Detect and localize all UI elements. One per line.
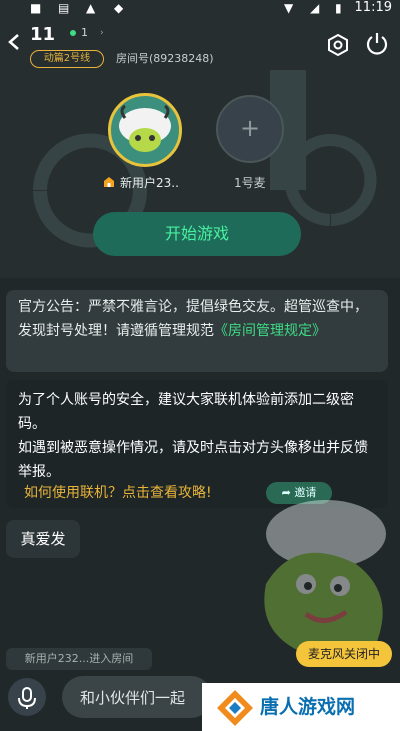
mic-toggle-button[interactable] (8, 678, 46, 716)
notification-icon: ■ (30, 1, 42, 15)
signal-icon: ◢ (310, 1, 320, 15)
host-seat-name: 新用户23.. (120, 176, 179, 190)
host-seat-avatar[interactable] (108, 93, 182, 167)
back-arrow-icon[interactable] (6, 34, 22, 50)
watermark-text: 唐人游戏网 (260, 696, 356, 718)
chevron-right-icon[interactable]: › (100, 28, 104, 38)
mic-status-badge[interactable]: 麦克风关闭中 (296, 641, 392, 667)
wifi-icon: ▼ (284, 1, 294, 15)
sheep-avatar-icon (119, 104, 171, 152)
announcement: 官方公告：严禁不雅言论，提倡绿色交友。超管巡查中，发现封号处理！请遵循管理规范《… (6, 290, 388, 372)
guide-link[interactable]: 如何使用联机？点击查看攻略! (24, 482, 212, 502)
host-home-icon (104, 177, 114, 187)
room-id: 房间号(89238248) (116, 52, 214, 65)
battery-icon: ▮ (335, 1, 342, 15)
watermark-logo-icon (217, 690, 253, 726)
room-title: 11 (30, 24, 56, 45)
plus-icon: + (240, 114, 261, 142)
chat-input-placeholder: 和小伙伴们一起 (80, 689, 186, 707)
room-rules-link[interactable]: 《房间管理规定》 (214, 323, 326, 339)
settings-hexagon-icon[interactable] (326, 33, 350, 57)
level-badge: 动篇2号线 (30, 50, 104, 68)
status-bar: ■ ▤ ▲ ◆ ▼ ◢ ▮ 11:19 (0, 0, 400, 18)
app-icon: ▤ (58, 1, 70, 15)
mic-off-icon (18, 687, 36, 709)
power-icon[interactable] (364, 31, 390, 57)
chat-message: 真爱发 (6, 520, 80, 558)
warning-icon: ▲ (86, 1, 96, 15)
online-count[interactable]: 1 (81, 26, 88, 39)
seat-label: 1号麦 (234, 176, 266, 190)
tips-line-1: 为了个人账号的安全，建议大家联机体验前添加二级密码。 (18, 392, 354, 432)
start-game-button[interactable]: 开始游戏 (93, 212, 301, 256)
join-notice: 新用户232...进入房间 (6, 648, 152, 670)
online-indicator (70, 30, 76, 36)
sign-icon: ◆ (114, 1, 124, 15)
clock: 11:19 (354, 0, 392, 15)
